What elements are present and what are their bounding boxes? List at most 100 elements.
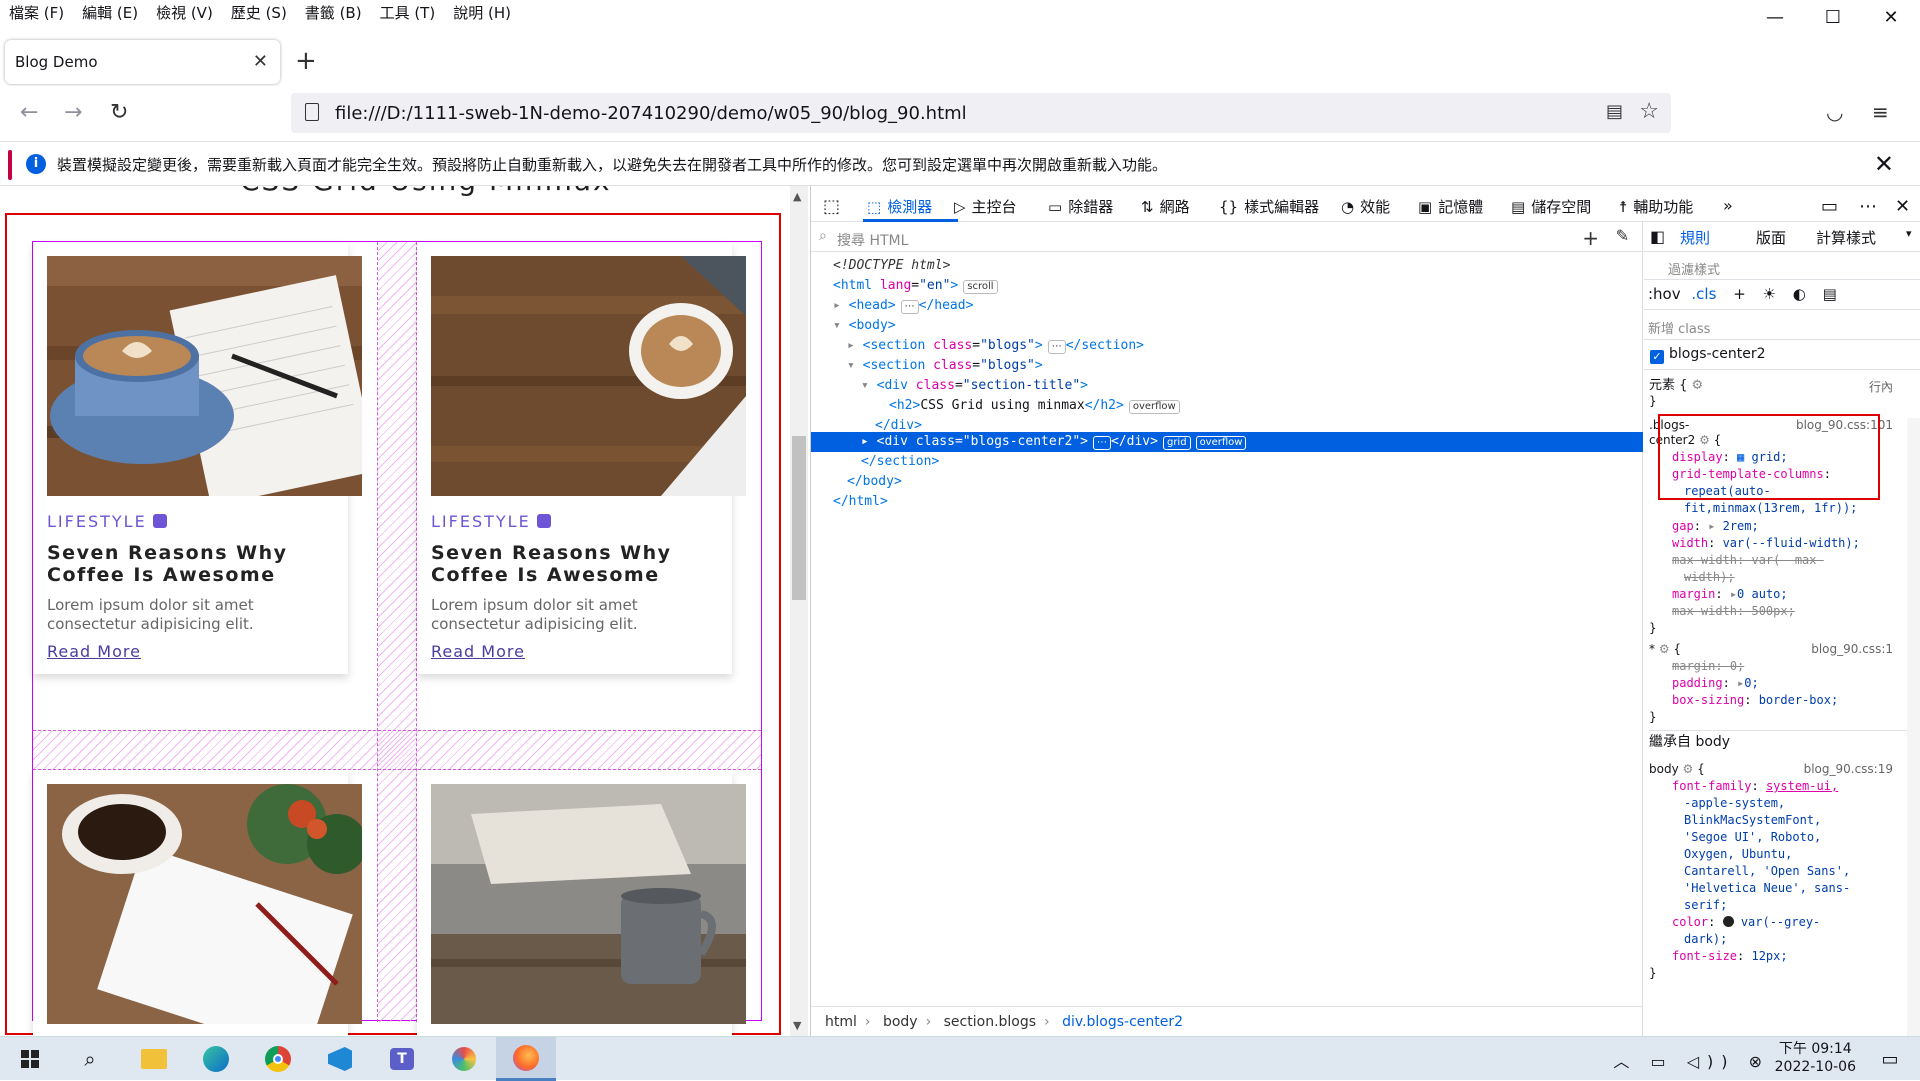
- tab-storage[interactable]: ▤ 儲存空間: [1511, 196, 1591, 217]
- new-tab-button[interactable]: +: [295, 46, 317, 76]
- html-search[interactable]: ⌕ 搜尋 HTML + ✎: [811, 222, 1643, 252]
- css-declaration[interactable]: font-family: system-ui,: [1672, 779, 1838, 794]
- css-declaration[interactable]: gap: ▸ 2rem;: [1672, 519, 1759, 534]
- new-class-input[interactable]: 新增 class: [1644, 310, 1920, 340]
- overflow-badge[interactable]: overflow: [1128, 400, 1180, 414]
- chevron-down-icon[interactable]: ▾: [1906, 227, 1912, 240]
- tab-inspector[interactable]: ⬚ 檢測器: [867, 196, 932, 217]
- tab-console[interactable]: ▷ 主控台: [954, 196, 1017, 217]
- maximize-button[interactable]: ☐: [1804, 0, 1862, 34]
- breadcrumb-body[interactable]: body: [883, 1014, 918, 1030]
- filter-styles[interactable]: 過濾樣式: [1644, 252, 1920, 280]
- menu-file[interactable]: 檔案 (F): [0, 2, 73, 23]
- page-scrollbar[interactable]: ▲ ▼: [790, 186, 808, 1036]
- breadcrumb-div[interactable]: div.blogs-center2: [1062, 1014, 1183, 1030]
- class-toggle[interactable]: ✓ blogs-center2: [1644, 340, 1920, 370]
- checkbox-icon[interactable]: ✓: [1650, 350, 1664, 364]
- file-explorer-icon[interactable]: [124, 1037, 184, 1081]
- scroll-badge[interactable]: scroll: [963, 280, 998, 294]
- firefox-icon[interactable]: [496, 1037, 556, 1081]
- section-node[interactable]: ▾ <section class="blogs">: [847, 356, 1043, 376]
- url-bar[interactable]: file:///D:/1111-sweb-1N-demo-207410290/d…: [291, 93, 1671, 133]
- tab-memory[interactable]: ▣ 記憶體: [1418, 196, 1483, 217]
- system-tray[interactable]: ︿ ▭ ◁)) ⊗: [1613, 1048, 1770, 1072]
- tab-network[interactable]: ⇅ 網路: [1141, 196, 1190, 217]
- tab-accessibility[interactable]: ☨ 輔助功能: [1619, 196, 1693, 217]
- css-declaration[interactable]: width: var(--fluid-width);: [1672, 536, 1860, 551]
- section-close-node[interactable]: </section>: [861, 452, 939, 472]
- rule-source[interactable]: blog_90.css:19: [1804, 762, 1893, 776]
- breadcrumb-section[interactable]: section.blogs: [944, 1014, 1036, 1030]
- light-mode-icon[interactable]: ☀: [1763, 285, 1776, 303]
- menu-help[interactable]: 說明 (H): [444, 2, 520, 23]
- css-declaration[interactable]: padding: ▸0;: [1672, 676, 1759, 691]
- blogs-center2-node[interactable]: ▸ <div class="blogs-center2"> ⋯ </div> grid…: [861, 432, 1247, 452]
- app-menu-icon[interactable]: ≡: [1872, 100, 1889, 124]
- teams-icon[interactable]: T: [372, 1037, 432, 1081]
- dock-side-icon[interactable]: ▭: [1821, 196, 1838, 217]
- close-notification-icon[interactable]: ✕: [1874, 150, 1894, 178]
- pocket-icon[interactable]: ◡: [1826, 100, 1843, 124]
- forward-icon[interactable]: →: [64, 100, 82, 125]
- paint-icon[interactable]: [434, 1037, 494, 1081]
- tab-debugger[interactable]: ▭ 除錯器: [1048, 196, 1113, 217]
- close-devtools-icon[interactable]: ✕: [1895, 196, 1910, 217]
- rule-selector[interactable]: body ⚙ {: [1649, 762, 1705, 777]
- color-swatch[interactable]: [1722, 916, 1734, 927]
- reload-icon[interactable]: ↻: [110, 100, 128, 125]
- add-rule-icon[interactable]: +: [1733, 285, 1746, 303]
- head-node[interactable]: ▸ <head> ⋯ </head>: [833, 296, 973, 316]
- reader-view-icon[interactable]: ▤: [1606, 101, 1623, 122]
- read-more-link[interactable]: Read More: [431, 642, 525, 661]
- tab-layout[interactable]: 版面: [1756, 227, 1786, 248]
- menu-bookmarks[interactable]: 書籤 (B): [296, 2, 371, 23]
- css-declaration[interactable]: color: var(--grey-: [1672, 915, 1820, 930]
- scroll-up-icon[interactable]: ▲: [793, 190, 801, 203]
- minimize-button[interactable]: —: [1746, 0, 1804, 34]
- cls-button[interactable]: .cls: [1691, 285, 1716, 303]
- rule-source[interactable]: blog_90.css:1: [1811, 642, 1893, 656]
- tab-blog-demo[interactable]: Blog Demo ✕: [5, 40, 280, 84]
- rule-selector[interactable]: * ⚙ {: [1649, 642, 1681, 657]
- scroll-down-icon[interactable]: ▼: [793, 1019, 801, 1032]
- section-node[interactable]: ▸ <section class="blogs"> ⋯ </section>: [847, 336, 1144, 356]
- body-close-node[interactable]: </body>: [847, 472, 902, 492]
- selected-node-row[interactable]: ▸ <div class="blogs-center2"> ⋯ </div> grid…: [811, 432, 1643, 452]
- notification-center-icon[interactable]: ▭: [1860, 1037, 1920, 1081]
- close-tab-icon[interactable]: ✕: [253, 51, 268, 72]
- clock[interactable]: 下午 09:14 2022-10-06: [1775, 1040, 1856, 1076]
- more-tabs-icon[interactable]: »: [1723, 196, 1733, 215]
- css-declaration-overridden[interactable]: max-width: var(--max-: [1672, 553, 1824, 568]
- toggle-sidebar-icon[interactable]: ◧: [1650, 227, 1665, 246]
- grid-badge[interactable]: grid: [1162, 436, 1191, 450]
- css-declaration[interactable]: font-size: 12px;: [1672, 949, 1788, 964]
- eyedropper-icon[interactable]: ✎: [1616, 226, 1629, 245]
- tab-style-editor[interactable]: {} 樣式編輯器: [1219, 196, 1319, 217]
- menu-view[interactable]: 檢視 (V): [147, 2, 222, 23]
- breadcrumb-html[interactable]: html: [825, 1014, 857, 1030]
- edge-icon[interactable]: [186, 1037, 246, 1081]
- css-declaration[interactable]: box-sizing: border-box;: [1672, 693, 1838, 708]
- add-node-icon[interactable]: +: [1582, 226, 1599, 250]
- hov-button[interactable]: :hov: [1648, 285, 1681, 303]
- menu-tools[interactable]: 工具 (T): [371, 2, 445, 23]
- html-node[interactable]: <html lang="en"> scroll: [833, 276, 998, 296]
- search-icon[interactable]: ⌕: [60, 1037, 120, 1081]
- back-icon[interactable]: ←: [20, 100, 38, 125]
- overflow-badge[interactable]: overflow: [1195, 436, 1247, 450]
- menu-edit[interactable]: 編輯 (E): [73, 2, 147, 23]
- read-more-link[interactable]: Read More: [47, 642, 141, 661]
- vscode-icon[interactable]: [310, 1037, 370, 1081]
- print-icon[interactable]: ▤: [1823, 285, 1837, 303]
- rules-scrollbar[interactable]: [1907, 418, 1920, 1036]
- css-declaration[interactable]: margin: ▸0 auto;: [1672, 587, 1788, 602]
- close-window-button[interactable]: ✕: [1862, 0, 1920, 34]
- div-node[interactable]: ▾ <div class="section-title">: [861, 376, 1088, 396]
- more-options-icon[interactable]: ⋯: [1859, 196, 1877, 217]
- chrome-icon[interactable]: [248, 1037, 308, 1081]
- tab-rules[interactable]: 規則: [1680, 227, 1710, 248]
- doctype-node[interactable]: <!DOCTYPE html>: [833, 256, 950, 276]
- tab-computed[interactable]: 計算樣式: [1816, 227, 1876, 248]
- html-close-node[interactable]: </html>: [833, 492, 888, 512]
- menu-history[interactable]: 歷史 (S): [222, 2, 296, 23]
